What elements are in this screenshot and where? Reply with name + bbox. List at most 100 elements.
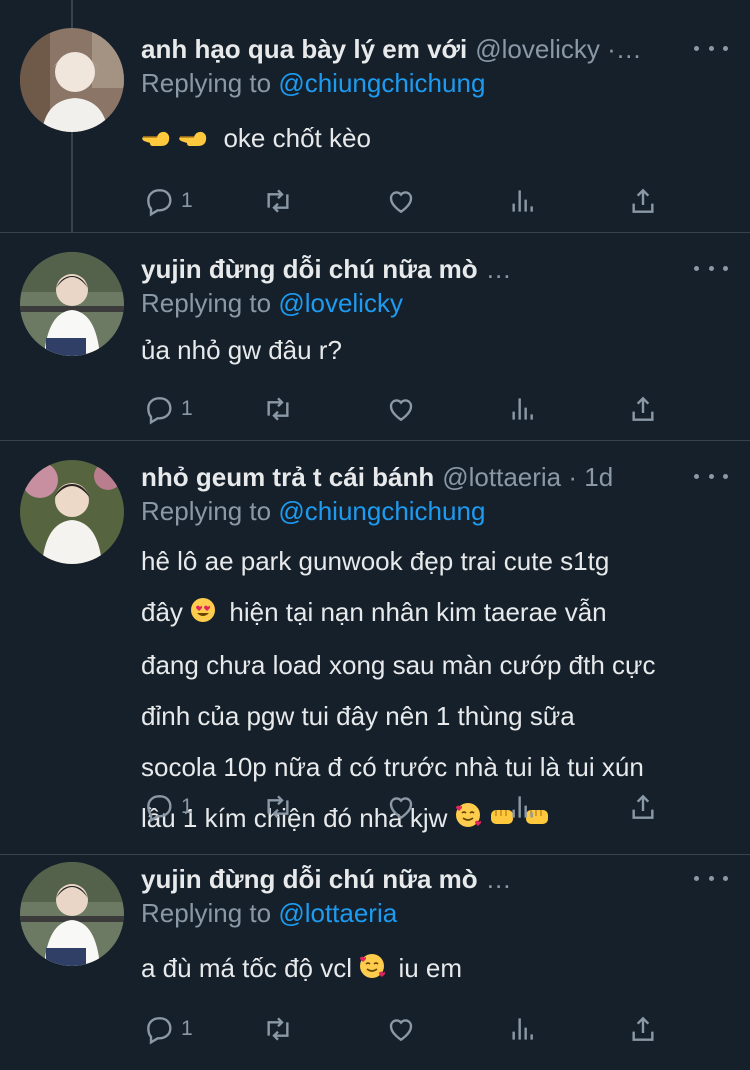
- tweet-actions: 1: [141, 790, 661, 824]
- share-icon: [632, 794, 654, 819]
- retweet-icon: [267, 1017, 289, 1041]
- like-button[interactable]: [385, 1012, 417, 1046]
- handle[interactable]: …: [486, 254, 512, 285]
- tweet-text: oke chốt kèo: [141, 116, 721, 163]
- heart-eyes-emoji-icon: [190, 589, 216, 640]
- reply-count: 1: [181, 397, 193, 420]
- mention-link[interactable]: @chiungchichung: [278, 68, 485, 98]
- reply-button[interactable]: 1: [143, 392, 193, 426]
- like-button[interactable]: [385, 790, 417, 824]
- views-icon: [512, 796, 533, 818]
- reply-count: 1: [181, 1017, 193, 1040]
- tweet-text-fragment: iu em: [398, 953, 463, 983]
- pointing-left-emoji-icon: [178, 118, 208, 163]
- tweet-header: yujin đừng dỗi chú nữa mò …: [141, 252, 728, 286]
- share-icon: [632, 188, 654, 213]
- views-button[interactable]: [507, 1012, 539, 1046]
- tweet-text-line: đây hiện tại nạn nhân kim taerae vẫn: [141, 587, 721, 640]
- avatar[interactable]: [20, 460, 124, 564]
- smiling-face-with-hearts-emoji-icon: [359, 948, 386, 993]
- tweet-actions: 1: [141, 392, 661, 426]
- reply-icon: [147, 795, 172, 823]
- tweet-text-fragment: đây: [141, 597, 183, 627]
- replying-to: Replying to @lottaeria: [141, 898, 397, 929]
- heart-icon: [389, 1019, 413, 1042]
- retweet-button[interactable]: [261, 392, 295, 426]
- retweet-button[interactable]: [261, 184, 295, 218]
- display-name[interactable]: nhỏ geum trả t cái bánh: [141, 462, 434, 493]
- reply-button[interactable]: 1: [143, 1012, 193, 1046]
- replying-to-label: Replying to: [141, 288, 272, 318]
- replying-to: Replying to @lovelicky: [141, 288, 403, 319]
- tweet-text: a đù má tốc độ vcl iu em: [141, 946, 721, 993]
- views-button[interactable]: [507, 790, 539, 824]
- views-icon: [512, 398, 533, 420]
- tweet-4[interactable]: yujin đừng dỗi chú nữa mò … Replying to …: [0, 854, 750, 1070]
- replying-to-label: Replying to: [141, 898, 272, 928]
- reply-icon: [147, 189, 172, 217]
- tweet-text-line: đang chưa load xong sau màn cướp đth cực: [141, 649, 656, 680]
- mention-link[interactable]: @lovelicky: [278, 288, 403, 318]
- tweet-text-content: oke chốt kèo: [223, 123, 371, 153]
- replying-to: Replying to @chiungchichung: [141, 496, 485, 527]
- reply-button[interactable]: 1: [143, 184, 193, 218]
- more-icon[interactable]: [694, 258, 728, 278]
- reply-button[interactable]: 1: [143, 790, 193, 824]
- tweet-text-fragment: a đù má tốc độ vcl: [141, 953, 352, 983]
- avatar[interactable]: [20, 252, 124, 356]
- handle[interactable]: …: [486, 864, 512, 895]
- share-button[interactable]: [627, 1012, 659, 1046]
- mention-link[interactable]: @lottaeria: [278, 898, 397, 928]
- handle[interactable]: @lovelicky ·…: [475, 34, 642, 65]
- heart-icon: [389, 399, 413, 422]
- share-icon: [632, 1016, 654, 1041]
- tweet-text: ủa nhỏ gw đâu r?: [141, 335, 342, 365]
- reply-icon: [147, 1017, 172, 1045]
- tweet-actions: 1: [141, 184, 661, 218]
- views-icon: [512, 190, 533, 212]
- views-button[interactable]: [507, 184, 539, 218]
- share-button[interactable]: [627, 184, 659, 218]
- retweet-icon: [267, 189, 289, 213]
- tweet-3[interactable]: nhỏ geum trả t cái bánh @lottaeria · 1d …: [0, 440, 750, 855]
- tweet-text-line: hê lô ae park gunwook đẹp trai cute s1tg: [141, 546, 610, 576]
- views-button[interactable]: [507, 392, 539, 426]
- tweet-header: anh hạo qua bày lý em với @lovelicky ·…: [141, 32, 728, 66]
- more-icon[interactable]: [694, 868, 728, 888]
- retweet-icon: [267, 795, 289, 819]
- heart-icon: [389, 797, 413, 820]
- replying-to-label: Replying to: [141, 68, 272, 98]
- retweet-icon: [267, 397, 289, 421]
- reply-icon: [147, 397, 172, 425]
- retweet-button[interactable]: [261, 1012, 295, 1046]
- tweet-text-line: socola 10p nữa đ có trước nhà tui là tui…: [141, 751, 644, 782]
- heart-icon: [389, 191, 413, 214]
- tweet-1[interactable]: anh hạo qua bày lý em với @lovelicky ·… …: [0, 0, 750, 233]
- retweet-button[interactable]: [261, 790, 295, 824]
- mention-link[interactable]: @chiungchichung: [278, 496, 485, 526]
- replying-to: Replying to @chiungchichung: [141, 68, 485, 99]
- tweet-2[interactable]: yujin đừng dỗi chú nữa mò … Replying to …: [0, 232, 750, 441]
- share-button[interactable]: [627, 392, 659, 426]
- avatar[interactable]: [20, 862, 124, 966]
- share-icon: [632, 396, 654, 421]
- tweet-header: yujin đừng dỗi chú nữa mò …: [141, 862, 728, 896]
- tweet-header: nhỏ geum trả t cái bánh @lottaeria · 1d: [141, 460, 728, 494]
- more-icon[interactable]: [694, 466, 728, 486]
- display-name[interactable]: yujin đừng dỗi chú nữa mò: [141, 254, 478, 285]
- more-icon[interactable]: [694, 38, 728, 58]
- replying-to-label: Replying to: [141, 496, 272, 526]
- pointing-left-emoji-icon: [141, 118, 171, 163]
- like-button[interactable]: [385, 184, 417, 218]
- reply-count: 1: [181, 189, 193, 212]
- display-name[interactable]: yujin đừng dỗi chú nữa mò: [141, 864, 478, 895]
- handle[interactable]: @lottaeria · 1d: [442, 462, 613, 493]
- like-button[interactable]: [385, 392, 417, 426]
- avatar[interactable]: [20, 28, 124, 132]
- tweet-actions: 1: [141, 1012, 661, 1046]
- display-name[interactable]: anh hạo qua bày lý em với: [141, 34, 467, 65]
- share-button[interactable]: [627, 790, 659, 824]
- tweet-text-fragment: hiện tại nạn nhân kim taerae vẫn: [229, 597, 607, 627]
- tweet-text-line: đỉnh của pgw tui đây nên 1 thùng sữa: [141, 700, 575, 731]
- reply-count: 1: [181, 795, 193, 818]
